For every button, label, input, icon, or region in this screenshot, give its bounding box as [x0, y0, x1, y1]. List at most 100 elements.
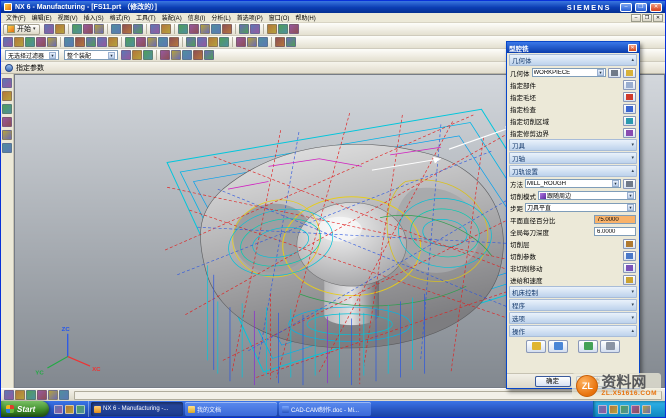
highlight-icon[interactable] — [15, 390, 25, 400]
verify-toolpath-icon[interactable] — [147, 37, 157, 47]
maximize-button[interactable]: ❐ — [635, 3, 647, 12]
mdi-close-button[interactable]: ✕ — [653, 14, 663, 22]
dialog-close-button[interactable]: ✕ — [628, 44, 637, 52]
geometry-view-icon[interactable] — [208, 37, 218, 47]
start-application-button[interactable]: 开始 ▾ — [3, 24, 40, 35]
history-icon[interactable] — [2, 130, 12, 140]
task-button-word-doc[interactable]: CAD-CAM制作.doc - Mi... — [279, 402, 371, 416]
percent-diameter-input[interactable] — [594, 215, 636, 224]
select-part-button[interactable] — [623, 80, 636, 90]
create-tool-icon[interactable] — [14, 37, 24, 47]
materials-icon[interactable] — [2, 143, 12, 153]
section-program[interactable]: 程序 ▾ — [509, 299, 637, 311]
antivirus-icon[interactable] — [631, 405, 640, 414]
mdi-minimize-button[interactable]: – — [631, 14, 641, 22]
post-process-icon[interactable] — [158, 37, 168, 47]
undo-icon[interactable] — [150, 24, 160, 34]
dialog-title-bar[interactable]: 型腔铣 ✕ — [507, 42, 639, 53]
cutting-parameters-button[interactable] — [623, 251, 636, 261]
menu-item-file[interactable]: 文件(F) — [3, 13, 29, 22]
menu-item-tools[interactable]: 工具(T) — [133, 13, 159, 22]
zoom-in-out-icon[interactable] — [236, 37, 246, 47]
rotate-icon[interactable] — [222, 24, 232, 34]
generate-toolpath-icon[interactable] — [125, 37, 135, 47]
snap-center-icon[interactable] — [182, 50, 192, 60]
edit-object-icon[interactable] — [64, 37, 74, 47]
select-check-button[interactable] — [623, 104, 636, 114]
title-bar[interactable]: NX 6 - Manufacturing - [FS11.prt （修改的）] … — [1, 1, 665, 13]
ok-button[interactable]: 确定 — [535, 376, 571, 387]
select-trim-button[interactable] — [623, 128, 636, 138]
list-button[interactable] — [600, 340, 620, 353]
non-cutting-moves-button[interactable] — [623, 263, 636, 273]
cut-operation-icon[interactable] — [75, 37, 85, 47]
section-actions[interactable]: 操作 ▴ — [509, 325, 637, 337]
pan-icon[interactable] — [211, 24, 221, 34]
open-icon[interactable] — [55, 24, 65, 34]
select-blank-button[interactable] — [623, 92, 636, 102]
window-icon[interactable] — [267, 24, 277, 34]
print-icon[interactable] — [83, 24, 93, 34]
menu-item-assemblies[interactable]: 装配(A) — [159, 13, 185, 22]
wireframe-icon[interactable] — [250, 24, 260, 34]
create-method-icon[interactable] — [36, 37, 46, 47]
snap-end-icon[interactable] — [160, 50, 170, 60]
close-button[interactable]: ✕ — [650, 3, 662, 12]
section-options[interactable]: 选项 ▾ — [509, 312, 637, 324]
copy-icon[interactable] — [122, 24, 132, 34]
media-player-icon[interactable] — [76, 405, 85, 414]
menu-item-preferences[interactable]: 首选项(P) — [234, 13, 266, 22]
view-orient-icon[interactable] — [59, 390, 69, 400]
method-select[interactable]: MILL_ROUGH ▾ — [525, 179, 621, 188]
edit-method-button[interactable] — [623, 179, 636, 189]
chevron-down-icon[interactable]: ▾ — [108, 52, 115, 59]
new-icon[interactable] — [44, 24, 54, 34]
copy-operation-icon[interactable] — [86, 37, 96, 47]
fit-view-icon[interactable] — [189, 24, 199, 34]
orient-view-icon[interactable] — [247, 37, 257, 47]
create-geometry-icon[interactable] — [25, 37, 35, 47]
general-object-icon[interactable] — [121, 50, 131, 60]
paste-operation-icon[interactable] — [97, 37, 107, 47]
redo-icon[interactable] — [161, 24, 171, 34]
create-program-icon[interactable] — [3, 37, 13, 47]
assembly-navigator-icon[interactable] — [2, 78, 12, 88]
volume-icon[interactable] — [598, 405, 607, 414]
cut-levels-button[interactable] — [623, 239, 636, 249]
menu-item-window[interactable]: 窗口(O) — [266, 13, 293, 22]
paste-icon[interactable] — [133, 24, 143, 34]
measure-distance-icon[interactable] — [275, 37, 285, 47]
face-icon[interactable] — [132, 50, 142, 60]
messenger-icon[interactable] — [620, 405, 629, 414]
edge-icon[interactable] — [143, 50, 153, 60]
generate-button[interactable] — [526, 340, 546, 353]
edit-geometry-button[interactable] — [608, 68, 621, 78]
cut-pattern-select[interactable]: 跟随周边 ▾ — [538, 191, 636, 200]
section-tool[interactable]: 刀具 ▾ — [509, 139, 637, 151]
task-button-nx[interactable]: NX 6 - Manufacturing -... — [91, 402, 183, 416]
analysis-icon[interactable] — [286, 37, 296, 47]
menu-item-help[interactable]: 帮助(H) — [292, 13, 318, 22]
operation-navigator-icon[interactable] — [2, 104, 12, 114]
network-icon[interactable] — [609, 405, 618, 414]
task-button-my-documents[interactable]: 我的文档 — [185, 402, 277, 416]
create-operation-icon[interactable] — [47, 37, 57, 47]
cut-icon[interactable] — [111, 24, 121, 34]
chevron-down-icon[interactable]: ▾ — [612, 180, 619, 187]
show-desktop-icon[interactable] — [65, 405, 74, 414]
save-icon[interactable] — [72, 24, 82, 34]
new-geometry-button[interactable] — [623, 68, 636, 78]
menu-item-analysis[interactable]: 分析(L) — [208, 13, 233, 22]
stepover-select[interactable]: 刀具平直 ▾ — [525, 203, 636, 212]
selection-filter-select[interactable]: 无选择过滤器 ▾ — [5, 50, 59, 60]
menu-item-view[interactable]: 视图(V) — [55, 13, 81, 22]
program-order-view-icon[interactable] — [186, 37, 196, 47]
delete-operation-icon[interactable] — [108, 37, 118, 47]
plot-icon[interactable] — [94, 24, 104, 34]
reuse-library-icon[interactable] — [2, 117, 12, 127]
help-icon[interactable] — [289, 24, 299, 34]
minimize-button[interactable]: – — [620, 3, 632, 12]
shaded-with-edges-icon[interactable] — [239, 24, 249, 34]
perspective-icon[interactable] — [258, 37, 268, 47]
select-cut-area-button[interactable] — [623, 116, 636, 126]
